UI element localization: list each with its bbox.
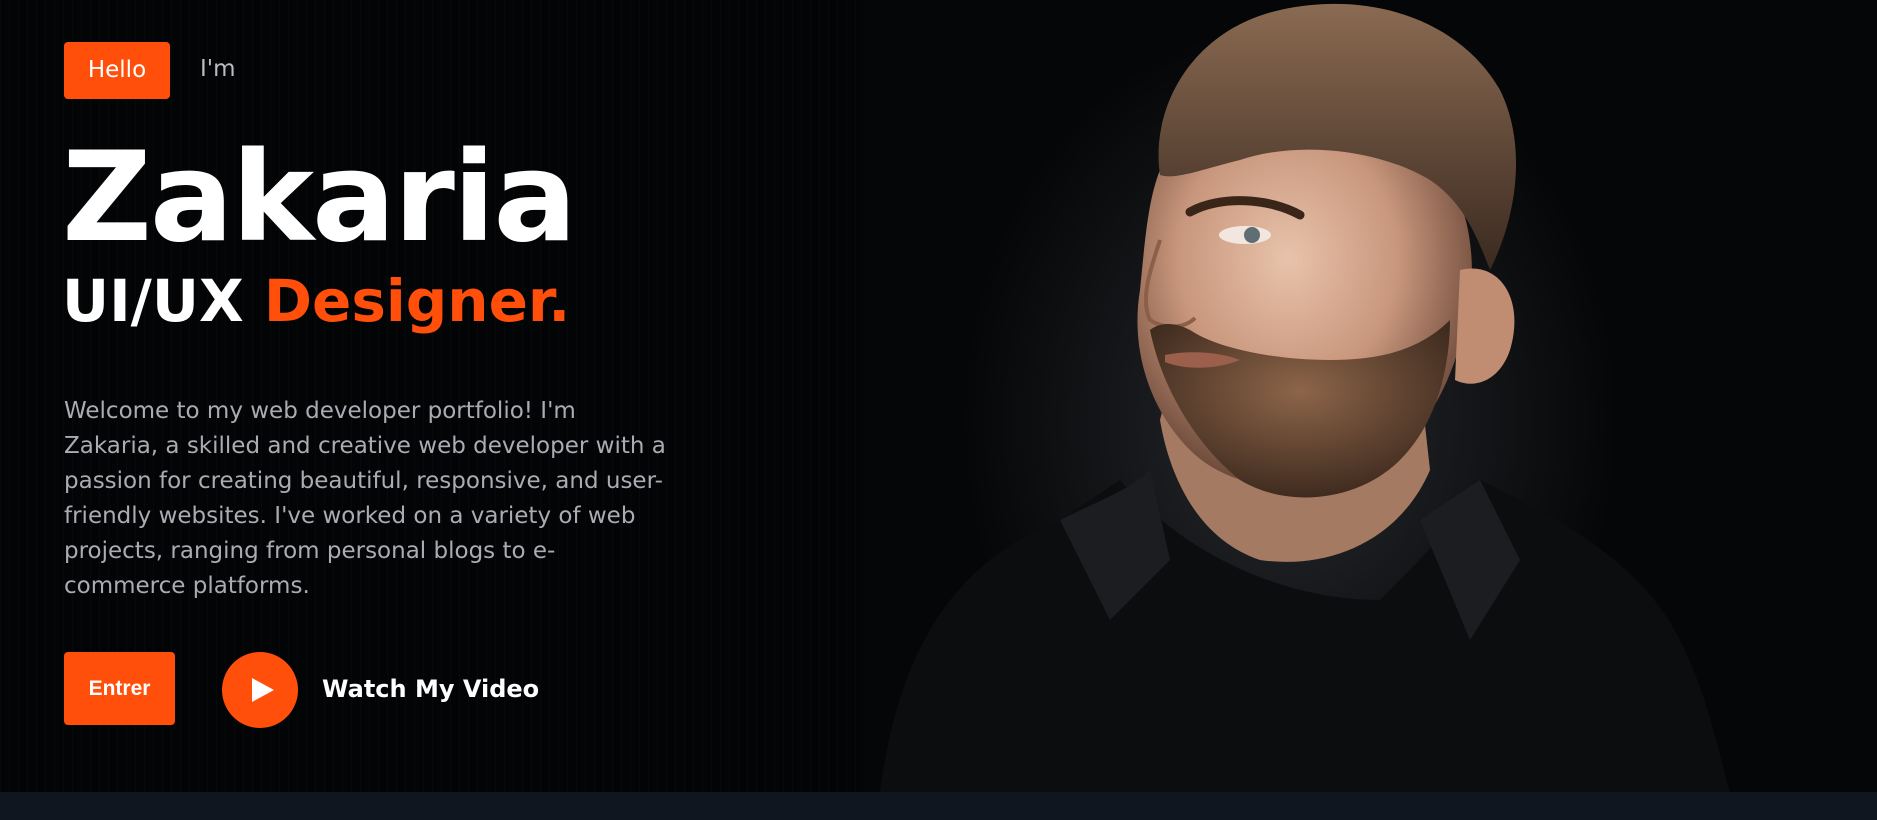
im-text: I'm — [200, 56, 236, 82]
portrait-photo — [860, 0, 1877, 792]
watch-video-link[interactable]: Watch My Video — [322, 675, 539, 703]
role-prefix: UI/UX — [62, 267, 244, 335]
hello-badge: Hello — [64, 42, 170, 99]
play-video-button[interactable] — [222, 652, 298, 728]
hero-name: Zakaria — [62, 126, 577, 270]
hero-role: UI/UX Designer. — [62, 266, 570, 336]
hero-description: Welcome to my web developer portfolio! I… — [64, 398, 666, 599]
hero-section: Hello I'm Zakaria UI/UX Designer. Welcom… — [0, 0, 1877, 792]
bottom-bar — [0, 792, 1877, 820]
role-accent: Designer. — [263, 267, 571, 335]
play-icon — [252, 678, 274, 702]
portrait-illustration — [880, 3, 1730, 792]
entrer-button[interactable]: Entrer — [64, 652, 175, 725]
